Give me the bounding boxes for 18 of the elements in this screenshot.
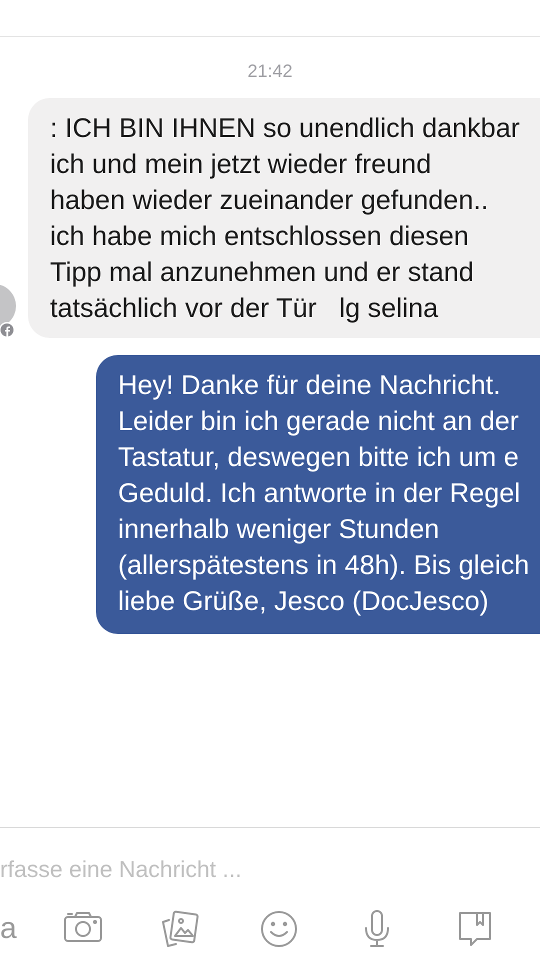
- message-text: Tipp mal anzunehmen und er stand: [50, 256, 474, 289]
- message-text: : ICH BIN IHNEN so unendlich dankbar: [50, 112, 520, 145]
- photos-icon[interactable]: [161, 910, 201, 948]
- smiley-icon[interactable]: [259, 910, 299, 948]
- message-text: (allerspätestens in 48h). Bis gleich: [118, 549, 530, 582]
- text-format-button[interactable]: a: [0, 912, 17, 946]
- message-text: tatsächlich vor der Tür lg selina: [50, 292, 438, 325]
- message-text: Leider bin ich gerade nicht an der: [118, 405, 519, 438]
- message-text: innerhalb weniger Stunden: [118, 513, 440, 546]
- timestamp: 21:42: [246, 61, 294, 82]
- message-text: haben wieder zueinander gefunden..: [50, 184, 488, 217]
- message-text: ich und mein jetzt wieder freund: [50, 148, 432, 181]
- message-text: Hey! Danke für deine Nachricht.: [118, 369, 501, 402]
- message-text: ich habe mich entschlossen diesen: [50, 220, 469, 253]
- message-text: Geduld. Ich antworte in der Regel: [118, 477, 520, 510]
- message-text: Tastatur, deswegen bitte ich um e: [118, 441, 519, 474]
- message-text: liebe Grüße, Jesco (DocJesco): [118, 585, 489, 618]
- message-input[interactable]: rfasse eine Nachricht ...: [0, 856, 400, 882]
